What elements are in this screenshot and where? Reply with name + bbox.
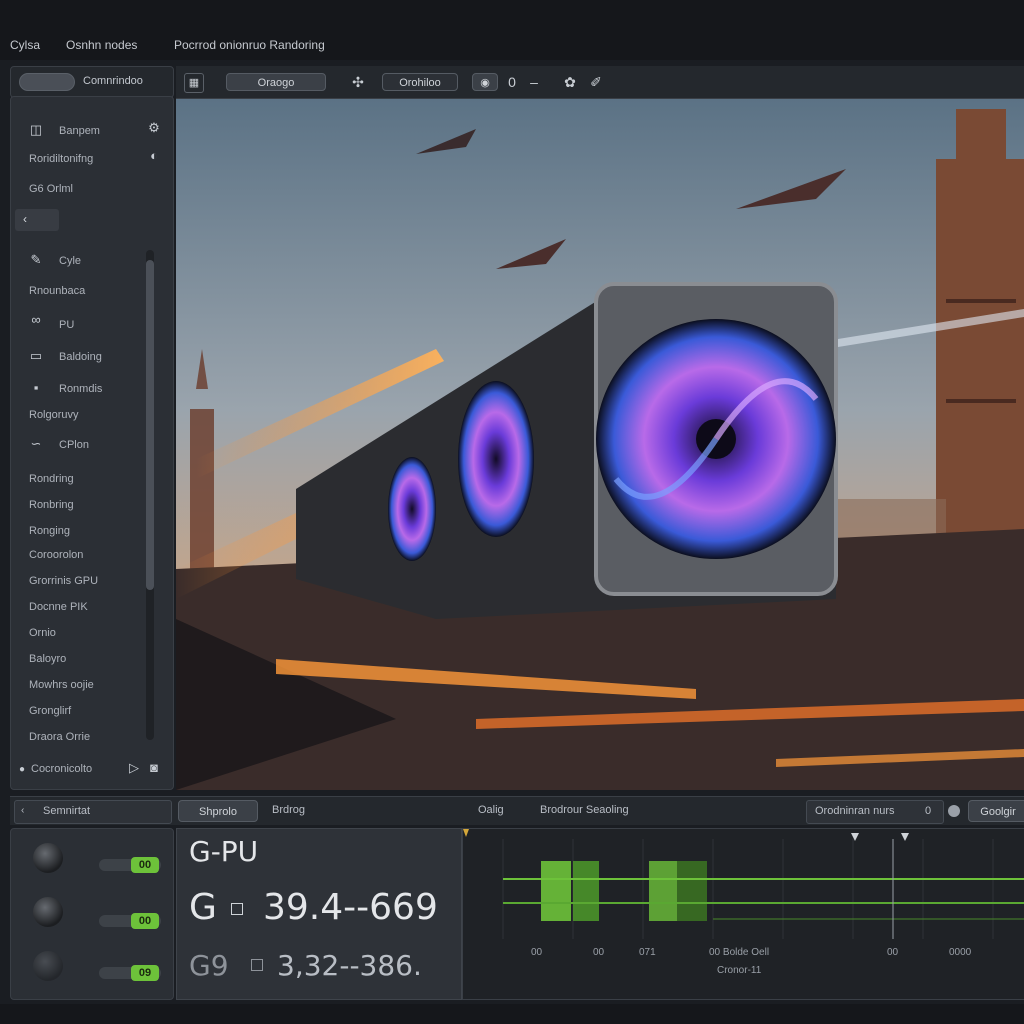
link-icon[interactable]: ∞	[29, 313, 43, 327]
left-panel-header: Comnrindoo	[10, 66, 174, 98]
left-item[interactable]: Docnne PIK	[29, 601, 88, 613]
gpu-stats-panel: G-PU G 39.4--669 G9 3,32--386.	[176, 828, 462, 1000]
materials-panel: 00 00 09	[10, 828, 174, 1000]
status-bar	[0, 1004, 1024, 1024]
circle-icon[interactable]: ◐	[147, 149, 161, 163]
left-tab-1[interactable]	[19, 73, 75, 91]
left-item[interactable]: PU	[59, 319, 74, 331]
scene-select[interactable]: ‹ Semnirtat	[14, 800, 172, 824]
timeline-tick: 071	[639, 947, 656, 958]
timeline-tick: 0000	[949, 947, 972, 958]
left-scrollbar-thumb[interactable]	[146, 260, 154, 590]
left-item[interactable]: Ronmdis	[59, 383, 102, 395]
menu-nodes[interactable]: Osnhn nodes	[66, 38, 137, 52]
gpu-row1-label: G	[189, 887, 217, 928]
timeline-tick: 00 Bolde Oell	[709, 947, 770, 958]
dot-icon: ●	[18, 764, 26, 775]
back-button[interactable]: ‹	[15, 209, 59, 231]
left-panel-footer[interactable]: Cocronicolto	[31, 763, 92, 775]
left-item[interactable]: Mowhrs oojie	[29, 679, 94, 691]
timeline-sublabel: Cronor-11	[717, 965, 762, 976]
left-item[interactable]: Banpem	[59, 125, 100, 137]
material-toggle[interactable]: 09	[131, 965, 159, 981]
play-icon[interactable]: ▷	[127, 761, 141, 775]
box-icon[interactable]: ◙	[147, 761, 161, 775]
square-icon	[231, 903, 243, 915]
left-item[interactable]: Gronglirf	[29, 705, 71, 717]
timeline-tick: 00	[887, 947, 899, 958]
minus-icon[interactable]: –	[524, 72, 544, 92]
edit-icon[interactable]: ✎	[29, 253, 43, 267]
gpu-row2-value: 3,32--386.	[277, 949, 422, 982]
timeline-tick: 00	[531, 947, 543, 958]
left-item[interactable]: G6 Orlml	[29, 183, 73, 195]
label-scaling: Brodrour Seaoling	[540, 804, 629, 816]
material-toggle[interactable]: 00	[131, 857, 159, 873]
app-title: Cylsa	[10, 38, 41, 52]
gpu-row2-label: G9	[189, 949, 229, 982]
zoom-value[interactable]: 0	[502, 72, 522, 92]
status-field[interactable]: Orohiloo	[382, 73, 458, 91]
left-item[interactable]: Baloyro	[29, 653, 66, 665]
wave-icon[interactable]: ∽	[29, 437, 43, 451]
material-toggle[interactable]: 00	[131, 913, 159, 929]
material-thumbnail[interactable]	[33, 843, 63, 873]
label-oalig: Oalig	[478, 804, 504, 816]
tab-shprolo[interactable]: Shprolo	[178, 800, 258, 822]
left-item[interactable]: Draora Orrie	[29, 731, 90, 743]
render-viewport[interactable]	[176, 99, 1024, 790]
left-item[interactable]: Cyle	[59, 255, 81, 267]
title-bar: Cylsa Osnhn nodes Pocrrod onionruo Rando…	[0, 0, 1024, 60]
left-tab-2[interactable]: Comnrindoo	[83, 75, 143, 87]
mode-select[interactable]: Oraogo	[226, 73, 326, 91]
material-thumbnail[interactable]	[33, 951, 63, 981]
left-item[interactable]: Ronging	[29, 525, 70, 537]
gpu-row1-value: 39.4--669	[263, 887, 438, 928]
pen-icon[interactable]: ✐	[586, 72, 606, 92]
timeline-panel[interactable]: 00 00 071 00 Bolde Oell 00 0000 Cronor-1…	[462, 828, 1024, 1000]
bottom-toolbar: ‹ Semnirtat Shprolo Brdrog Oalig Brodrou…	[10, 796, 1024, 825]
record-dot-icon[interactable]	[948, 805, 960, 817]
square-icon	[251, 959, 263, 971]
orbit-icon[interactable]: ✣	[348, 72, 368, 92]
output-field[interactable]: Orodninran nurs 0	[806, 800, 944, 824]
left-item[interactable]: Rolgoruvy	[29, 409, 79, 421]
left-item[interactable]: Rondring	[29, 473, 74, 485]
chevron-left-icon: ‹	[23, 212, 27, 226]
toggle-icon[interactable]: ◉	[472, 73, 498, 91]
left-item[interactable]: Ronbring	[29, 499, 74, 511]
left-item[interactable]: Coroorolon	[29, 549, 83, 561]
chevron-left-icon: ‹	[21, 805, 25, 816]
right-button[interactable]: Goolgir	[968, 800, 1024, 822]
material-thumbnail[interactable]	[33, 897, 63, 927]
render-image	[176, 99, 1024, 790]
left-item[interactable]: Baldoing	[59, 351, 102, 363]
menu-rendering[interactable]: Pocrrod onionruo Randoring	[174, 38, 325, 52]
square-icon[interactable]: ▪	[29, 381, 43, 395]
left-item[interactable]: Roridiltonifng	[29, 153, 93, 165]
left-item[interactable]: CPlon	[59, 439, 89, 451]
panel-icon[interactable]: ◫	[29, 123, 43, 137]
tab-brdrog[interactable]: Brdrog	[272, 804, 305, 816]
timeline-tick: 00	[593, 947, 605, 958]
viewport-toolbar: ▦ Oraogo ✣ Orohiloo ◉ 0 – ✿ ✐	[176, 66, 1024, 99]
gear-icon[interactable]: ⚙	[147, 121, 161, 135]
left-item[interactable]: Ornio	[29, 627, 56, 639]
grid-icon[interactable]: ▦	[184, 73, 204, 93]
window-icon[interactable]: ▭	[29, 349, 43, 363]
paint-icon[interactable]: ✿	[560, 72, 580, 92]
gpu-title: G-PU	[189, 835, 259, 868]
left-item[interactable]: Rnounbaca	[29, 285, 85, 297]
left-item[interactable]: Grorrinis GPU	[29, 575, 98, 587]
